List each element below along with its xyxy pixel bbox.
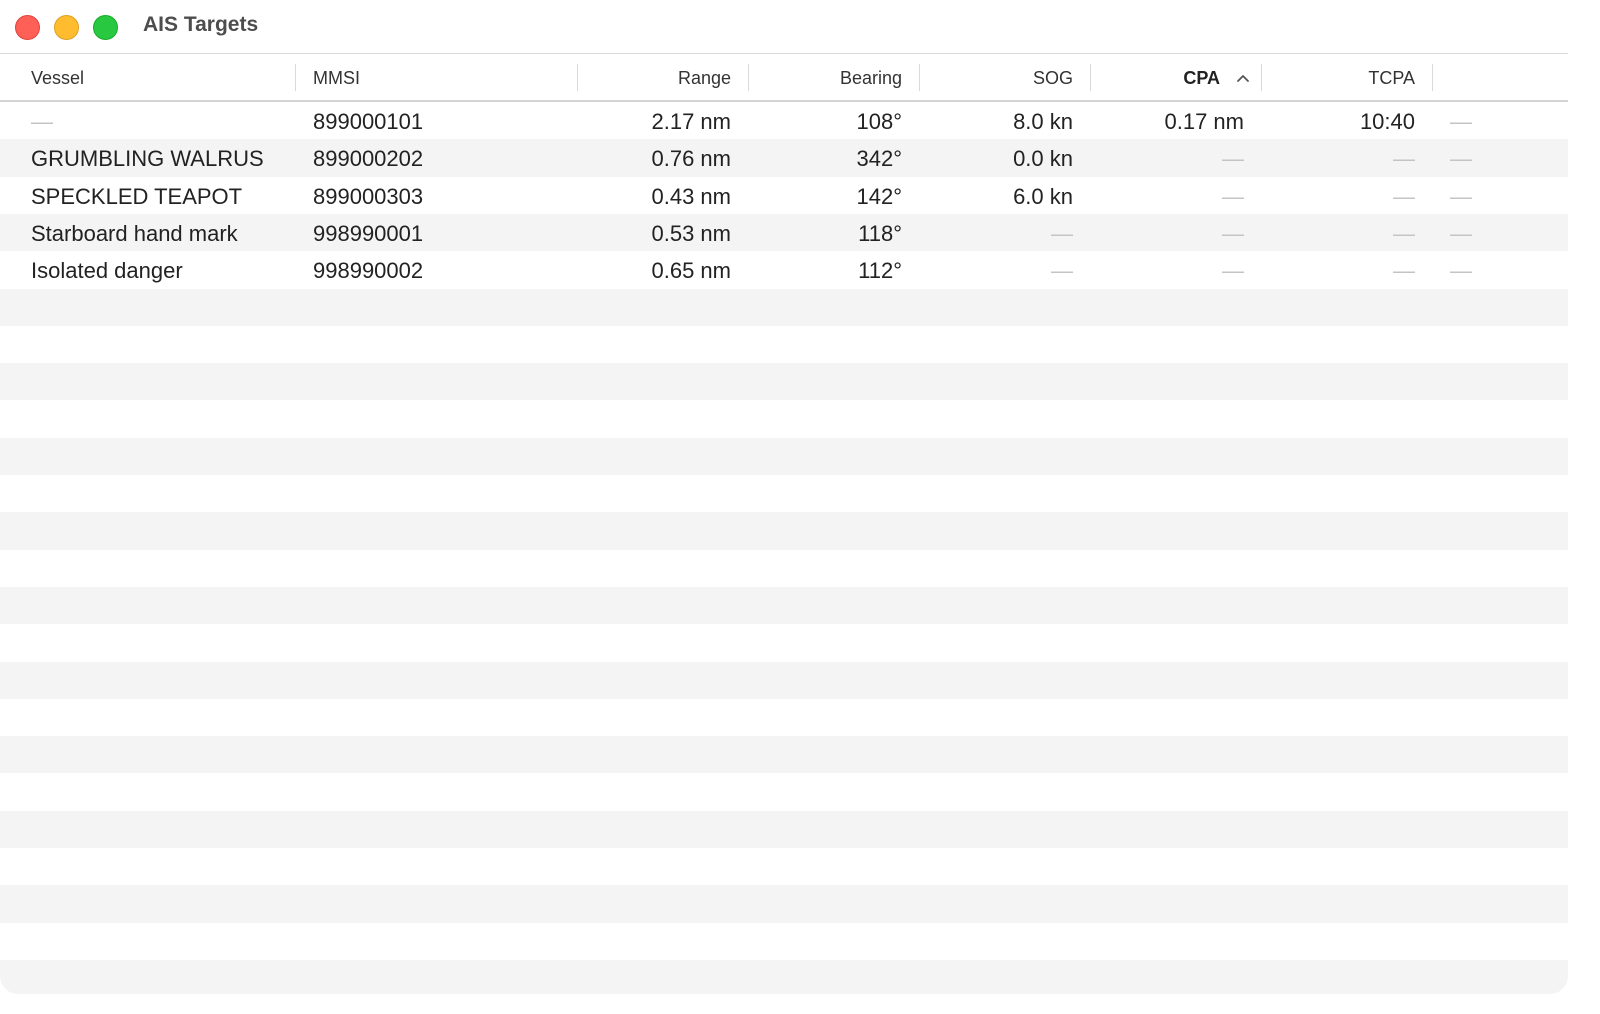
cell-extra: — <box>1450 146 1472 172</box>
column-divider[interactable] <box>1090 64 1091 91</box>
table-row[interactable]: Starboard hand mark 998990001 0.53 nm 118° —… <box>0 213 1568 252</box>
column-divider[interactable] <box>295 64 296 91</box>
cell-cpa: — <box>1222 183 1244 209</box>
targets-table-body: —899000101 2.17 nm 108° 8.0 kn 0.17 nm 10:40—… <box>0 102 1568 994</box>
empty-row <box>0 736 1568 774</box>
cell-bearing: 142° <box>856 183 902 209</box>
empty-row <box>0 810 1568 848</box>
cell-tcpa: — <box>1393 220 1415 246</box>
close-window-button[interactable] <box>15 15 40 40</box>
cell-bearing: 112° <box>858 258 902 284</box>
empty-row <box>0 326 1568 363</box>
cell-cpa: — <box>1222 146 1244 172</box>
cell-bearing: 342° <box>856 146 902 172</box>
empty-row <box>0 512 1568 550</box>
column-header-cpa[interactable]: CPA <box>1100 54 1220 100</box>
cell-vessel: SPECKLED TEAPOT <box>31 183 243 209</box>
column-divider[interactable] <box>919 64 920 91</box>
cell-sog: 0.0 kn <box>1013 146 1073 172</box>
cell-mmsi: 899000202 <box>313 146 424 172</box>
empty-row <box>0 586 1568 625</box>
cell-extra: — <box>1450 183 1472 209</box>
title-bar[interactable]: AIS Targets <box>0 0 1568 54</box>
cell-range: 0.76 nm <box>651 146 732 172</box>
column-divider[interactable] <box>748 64 749 91</box>
cell-sog: 8.0 kn <box>1013 109 1073 134</box>
empty-row <box>0 400 1568 437</box>
cell-mmsi: 899000303 <box>313 183 424 209</box>
empty-row <box>0 363 1568 401</box>
column-header-vessel[interactable]: Vessel <box>31 54 281 100</box>
cell-cpa: 0.17 nm <box>1164 109 1245 134</box>
cell-tcpa: 10:40 <box>1359 109 1415 134</box>
column-header-range[interactable]: Range <box>590 54 731 100</box>
column-header-tcpa[interactable]: TCPA <box>1273 54 1415 100</box>
empty-row <box>0 550 1568 587</box>
window-title: AIS Targets <box>143 13 259 36</box>
cell-extra: — <box>1450 258 1472 284</box>
empty-row <box>0 288 1568 326</box>
cell-sog: 6.0 kn <box>1013 183 1073 209</box>
cell-sog: — <box>1051 258 1073 284</box>
cell-tcpa: — <box>1393 258 1415 284</box>
column-divider[interactable] <box>1261 64 1262 91</box>
cell-range: 2.17 nm <box>651 109 732 134</box>
empty-row <box>0 848 1568 885</box>
column-divider[interactable] <box>577 64 578 91</box>
minimize-window-button[interactable] <box>54 15 79 40</box>
empty-row <box>0 959 1568 994</box>
cell-extra: — <box>1450 109 1472 134</box>
cell-range: 0.65 nm <box>651 258 732 284</box>
empty-row <box>0 437 1568 475</box>
empty-row <box>0 475 1568 512</box>
maximize-window-button[interactable] <box>93 15 118 40</box>
cell-sog: — <box>1051 220 1073 246</box>
empty-row <box>0 699 1568 736</box>
cell-vessel: GRUMBLING WALRUS <box>31 146 264 172</box>
cell-extra: — <box>1450 220 1472 246</box>
cell-mmsi: 899000101 <box>313 109 424 134</box>
cell-cpa: — <box>1222 258 1244 284</box>
cell-bearing: 108° <box>856 109 902 134</box>
cell-range: 0.43 nm <box>651 183 732 209</box>
cell-bearing: 118° <box>858 220 902 246</box>
table-row[interactable]: SPECKLED TEAPOT 899000303 0.43 nm 142° 6.0 k… <box>0 177 1568 214</box>
empty-row <box>0 624 1568 661</box>
cell-tcpa: — <box>1393 183 1415 209</box>
table-row[interactable]: GRUMBLING WALRUS 899000202 0.76 nm 342° 0.0 … <box>0 139 1568 177</box>
cell-mmsi: 998990001 <box>313 220 424 246</box>
cell-cpa: — <box>1222 220 1244 246</box>
column-header-bearing[interactable]: Bearing <box>760 54 902 100</box>
cell-vessel: Starboard hand mark <box>31 220 238 246</box>
cell-vessel: Isolated danger <box>31 258 183 284</box>
cell-mmsi: 998990002 <box>313 258 424 284</box>
table-header: Vessel MMSI Range Bearing SOG CPA TCPA <box>0 54 1568 102</box>
cell-tcpa: — <box>1393 146 1415 172</box>
table-row[interactable]: Isolated danger 998990002 0.65 nm 112° — — — — <box>0 251 1568 288</box>
empty-row <box>0 773 1568 810</box>
sort-ascending-icon[interactable] <box>1236 54 1250 100</box>
empty-row <box>0 661 1568 699</box>
column-header-mmsi[interactable]: MMSI <box>313 54 563 100</box>
empty-row <box>0 885 1568 923</box>
column-divider[interactable] <box>1432 64 1433 91</box>
empty-row <box>0 923 1568 960</box>
ais-targets-window: AIS Targets Vessel MMSI Range Bearing SO… <box>0 0 1568 994</box>
cell-range: 0.53 nm <box>651 220 732 246</box>
table-row[interactable]: — 899000101 2.17 nm 108° 8.0 kn 0.17 nm 10:40 — <box>0 102 1568 139</box>
column-header-sog[interactable]: SOG <box>930 54 1073 100</box>
cell-vessel: — <box>31 109 53 134</box>
